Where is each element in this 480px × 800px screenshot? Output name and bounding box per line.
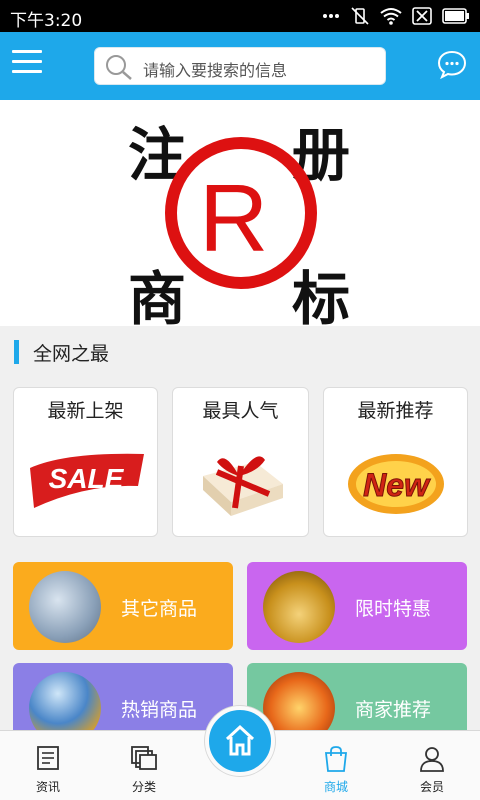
section-title: 全网之最	[33, 343, 110, 365]
tile-label: 其它商品	[121, 598, 198, 620]
card-label: 最新上架	[47, 400, 124, 422]
new-badge-icon: New	[341, 446, 451, 526]
nav-mall[interactable]: 商城	[288, 731, 384, 800]
banner-char-4: 标	[292, 265, 351, 333]
vibrate-mute-icon	[350, 6, 370, 31]
hamburger-menu-icon[interactable]	[12, 50, 42, 78]
search-icon	[103, 52, 135, 86]
gold-coins-image	[263, 571, 335, 643]
shopping-bag-icon	[323, 745, 349, 777]
tile-label: 商家推荐	[355, 699, 432, 721]
registered-trademark-banner[interactable]: 注 册 R 商 标	[0, 100, 480, 333]
card-recommended[interactable]: 最新推荐 New	[323, 387, 468, 537]
card-newest[interactable]: 最新上架 SALE	[13, 387, 158, 537]
wifi-icon	[380, 7, 402, 30]
more-dots-icon	[322, 7, 340, 30]
search-placeholder: 请输入要搜索的信息	[143, 61, 288, 80]
card-label: 最具人气	[202, 400, 279, 422]
nav-label: 会员	[419, 780, 444, 794]
search-input[interactable]: 请输入要搜索的信息	[94, 47, 386, 85]
sim-off-icon	[412, 7, 432, 30]
category-icon	[130, 745, 158, 775]
money-lock-image	[29, 571, 101, 643]
home-icon	[225, 724, 255, 756]
tile-limited-offer[interactable]: 限时特惠	[247, 562, 467, 650]
section-accent-bar	[14, 340, 19, 364]
nav-label: 商城	[323, 780, 348, 794]
feature-cards: 最新上架 SALE 最具人气 最新推荐 New	[0, 387, 480, 539]
tile-label: 热销商品	[121, 699, 198, 721]
nav-label: 资讯	[35, 780, 60, 794]
status-bar: 下午3:20	[0, 0, 480, 32]
battery-icon	[442, 8, 470, 29]
section-header: 全网之最	[0, 326, 480, 380]
new-text: New	[363, 467, 431, 503]
sale-sticker-icon: SALE	[26, 446, 146, 520]
tile-label: 限时特惠	[355, 598, 432, 620]
home-button[interactable]	[205, 706, 275, 776]
sale-text: SALE	[48, 463, 124, 494]
status-icons	[322, 6, 470, 31]
tile-other-goods[interactable]: 其它商品	[13, 562, 233, 650]
nav-member[interactable]: 会员	[384, 731, 480, 800]
registered-symbol: R	[199, 165, 269, 272]
card-label: 最新推荐	[357, 400, 434, 422]
nav-category[interactable]: 分类	[96, 731, 192, 800]
chat-bubble-icon[interactable]	[436, 48, 468, 80]
card-popular[interactable]: 最具人气	[172, 387, 309, 537]
user-icon	[419, 745, 445, 777]
status-time: 下午3:20	[10, 11, 83, 31]
gift-box-icon	[195, 446, 287, 526]
banner-char-3: 商	[128, 265, 187, 333]
news-icon	[36, 745, 60, 775]
nav-label: 分类	[131, 780, 156, 794]
app-header: 请输入要搜索的信息	[0, 32, 480, 100]
nav-news[interactable]: 资讯	[0, 731, 96, 800]
